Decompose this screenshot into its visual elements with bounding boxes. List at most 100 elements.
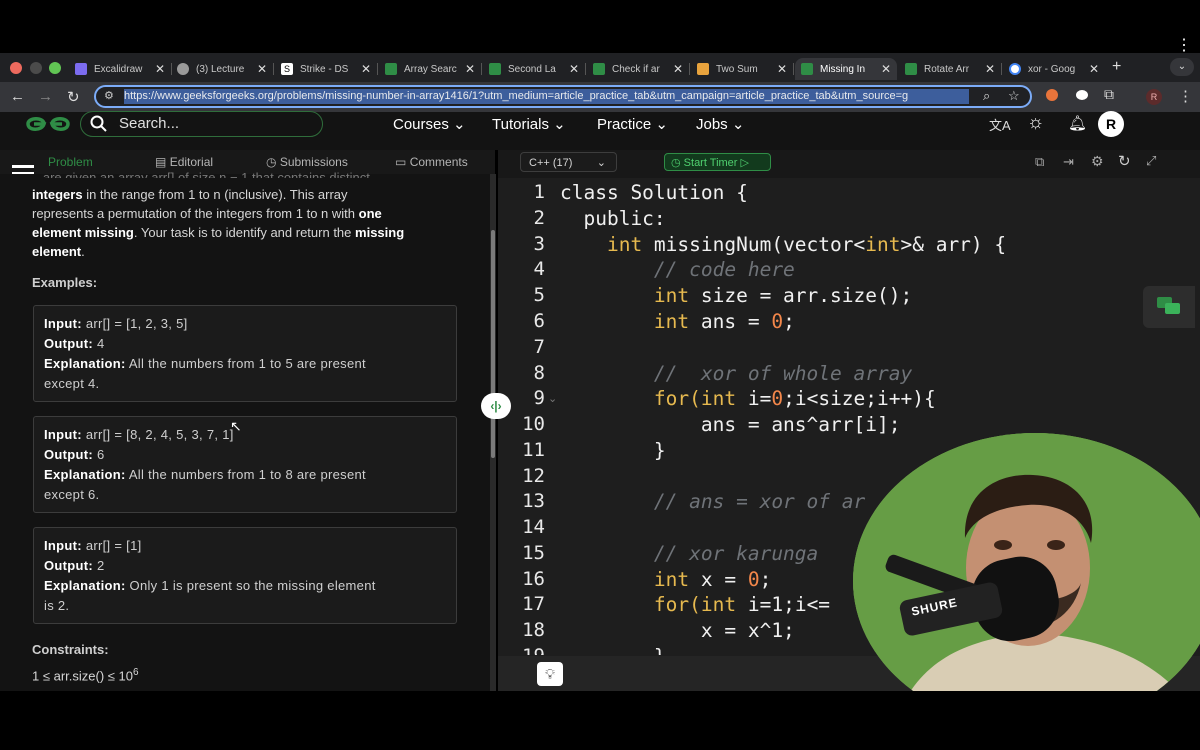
site-info-icon[interactable]: ⚙ bbox=[104, 89, 114, 102]
code-line[interactable]: int size = arr.size(); bbox=[560, 284, 912, 307]
pane-resize-handle[interactable]: ‹|› bbox=[481, 393, 511, 419]
close-tab-icon[interactable]: ✕ bbox=[777, 62, 787, 76]
tab-comments[interactable]: ▭ Comments bbox=[395, 155, 468, 169]
settings-gear-icon[interactable]: ⚙ bbox=[1091, 153, 1104, 170]
close-tab-icon[interactable]: ✕ bbox=[361, 62, 371, 76]
translate-icon[interactable]: 文A bbox=[989, 115, 1011, 134]
close-tab-icon[interactable]: ✕ bbox=[881, 62, 891, 76]
code-line[interactable]: ans = ans^arr[i]; bbox=[560, 413, 901, 436]
constraint-text: 1 ≤ arr.size() ≤ 106 bbox=[32, 667, 139, 684]
browser-tab[interactable]: Check if ar ✕ bbox=[587, 58, 690, 80]
url-text[interactable]: https://www.geeksforgeeks.org/problems/m… bbox=[124, 89, 969, 104]
play-icon: ▷ bbox=[740, 157, 749, 169]
export-icon[interactable]: ⇥ bbox=[1063, 154, 1074, 170]
browser-tab[interactable]: Array Searc ✕ bbox=[379, 58, 482, 80]
close-tab-icon[interactable]: ✕ bbox=[569, 62, 579, 76]
lightbulb-hint-icon[interactable]: 💡︎ bbox=[537, 662, 563, 686]
language-select[interactable]: C++ (17) ⌄ bbox=[520, 152, 617, 172]
code-line[interactable]: int missingNum(vector<int>& arr) { bbox=[560, 233, 1006, 256]
zoom-search-icon[interactable]: ⌕ bbox=[983, 88, 990, 104]
tab-problem[interactable]: Problem bbox=[48, 155, 93, 169]
fold-arrow-icon[interactable]: ⌄ bbox=[548, 392, 557, 405]
code-line[interactable]: // xor karunga bbox=[560, 542, 818, 565]
close-tab-icon[interactable]: ✕ bbox=[155, 62, 165, 76]
new-tab-button[interactable]: + bbox=[1112, 58, 1121, 76]
extension-icon[interactable] bbox=[1076, 90, 1088, 100]
tab-search-chevron-icon[interactable]: ⌄ bbox=[1170, 58, 1194, 76]
line-number: 5 bbox=[533, 284, 545, 306]
search-input[interactable]: Search... bbox=[80, 111, 323, 137]
gfg-logo-icon[interactable] bbox=[24, 113, 72, 135]
browser-tab[interactable]: Two Sum ✕ bbox=[691, 58, 794, 80]
leetcode-icon bbox=[697, 63, 709, 75]
close-tab-icon[interactable]: ✕ bbox=[985, 62, 995, 76]
nav-practice[interactable]: Practice ⌄ bbox=[597, 115, 668, 133]
line-number: 16 bbox=[522, 568, 545, 590]
screen-bottom-bezel bbox=[0, 691, 1200, 750]
forward-arrow-icon[interactable]: → bbox=[38, 88, 53, 105]
code-line[interactable]: int x = 0; bbox=[560, 568, 771, 591]
gfg-logo-icon bbox=[385, 63, 397, 75]
close-tab-icon[interactable]: ✕ bbox=[1089, 62, 1099, 76]
browser-tab[interactable]: Second La ✕ bbox=[483, 58, 586, 80]
tab-editorial[interactable]: ▤ Editorial bbox=[155, 155, 213, 169]
code-line[interactable]: for(int i=1;i<= bbox=[560, 593, 830, 616]
chat-button[interactable] bbox=[1143, 286, 1195, 328]
line-number: 7 bbox=[533, 336, 545, 358]
close-tab-icon[interactable]: ✕ bbox=[257, 62, 267, 76]
window-maximize-button[interactable] bbox=[49, 62, 61, 74]
line-number: 10 bbox=[522, 413, 545, 435]
back-arrow-icon[interactable]: ← bbox=[10, 88, 25, 105]
code-line[interactable]: x = x^1; bbox=[560, 619, 795, 642]
code-line[interactable]: int ans = 0; bbox=[560, 310, 795, 333]
nav-tutorials[interactable]: Tutorials ⌄ bbox=[492, 115, 566, 133]
example-box: Input: arr[] = [1] Output: 2 Explanation… bbox=[33, 527, 457, 624]
window-minimize-button[interactable] bbox=[30, 62, 42, 74]
code-line[interactable]: // ans = xor of ar bbox=[560, 490, 865, 513]
gfg-logo-icon bbox=[905, 63, 917, 75]
example-box: Input: arr[] = [1, 2, 3, 5] Output: 4 Ex… bbox=[33, 305, 457, 402]
code-line[interactable]: } bbox=[560, 439, 666, 462]
bookmark-star-icon[interactable]: ☆ bbox=[1008, 88, 1020, 104]
code-line[interactable]: class Solution { bbox=[560, 181, 748, 204]
extensions-puzzle-icon[interactable]: ⧉ bbox=[1104, 86, 1114, 103]
browser-tab-active[interactable]: Missing In ✕ bbox=[795, 58, 897, 80]
scrollbar-thumb[interactable] bbox=[491, 230, 495, 458]
address-bar[interactable]: ⚙ https://www.geeksforgeeks.org/problems… bbox=[94, 85, 1032, 108]
gfg-logo-icon bbox=[801, 63, 813, 75]
code-line[interactable]: for(int i=0;i<size;i++){ bbox=[560, 387, 936, 410]
code-line[interactable]: // code here bbox=[560, 258, 795, 281]
browser-tab[interactable]: xor - Goog ✕ bbox=[1003, 58, 1105, 80]
notification-bell-icon[interactable]: 🔔︎ bbox=[1068, 114, 1087, 132]
close-tab-icon[interactable]: ✕ bbox=[673, 62, 683, 76]
code-line[interactable]: // xor of whole array bbox=[560, 362, 912, 385]
browser-tab[interactable]: Excalidraw ✕ bbox=[69, 58, 172, 80]
browser-menu-icon[interactable]: ⋮ bbox=[1178, 87, 1193, 105]
chevron-down-icon: ⌄ bbox=[596, 157, 606, 169]
profile-avatar[interactable]: R bbox=[1146, 89, 1162, 105]
strike-logo-icon: S bbox=[281, 63, 293, 75]
browser-tab[interactable]: Rotate Arr ✕ bbox=[899, 58, 1002, 80]
window-close-button[interactable] bbox=[10, 62, 22, 74]
nav-courses[interactable]: Courses ⌄ bbox=[393, 115, 466, 133]
tab-submissions[interactable]: ◷ Submissions bbox=[266, 155, 348, 169]
problem-text-cut-line: ...are given an array arr[] of size n − … bbox=[32, 170, 370, 178]
examples-heading: Examples: bbox=[32, 275, 98, 290]
fullscreen-icon[interactable]: ⤢ bbox=[1146, 153, 1156, 169]
user-avatar[interactable]: R bbox=[1098, 111, 1124, 137]
code-line[interactable]: public: bbox=[560, 207, 665, 230]
copy-icon[interactable]: ⧉ bbox=[1035, 154, 1044, 170]
start-timer-button[interactable]: ◷ Start Timer ▷ bbox=[664, 153, 771, 171]
extension-icon[interactable] bbox=[1046, 89, 1058, 101]
browser-tab[interactable]: S Strike - DS ✕ bbox=[275, 58, 378, 80]
line-number: 9 bbox=[533, 387, 545, 409]
gfg-logo-icon bbox=[489, 63, 501, 75]
reload-icon[interactable]: ↻ bbox=[67, 88, 80, 106]
reset-code-icon[interactable]: ↻ bbox=[1118, 152, 1131, 170]
nav-jobs[interactable]: Jobs ⌄ bbox=[696, 115, 744, 133]
code-line[interactable]: } bbox=[560, 645, 666, 655]
theme-sun-icon[interactable]: ☼ bbox=[1027, 112, 1044, 134]
line-number: 1 bbox=[533, 181, 545, 203]
close-tab-icon[interactable]: ✕ bbox=[465, 62, 475, 76]
browser-tab[interactable]: (3) Lecture ✕ bbox=[171, 58, 274, 80]
